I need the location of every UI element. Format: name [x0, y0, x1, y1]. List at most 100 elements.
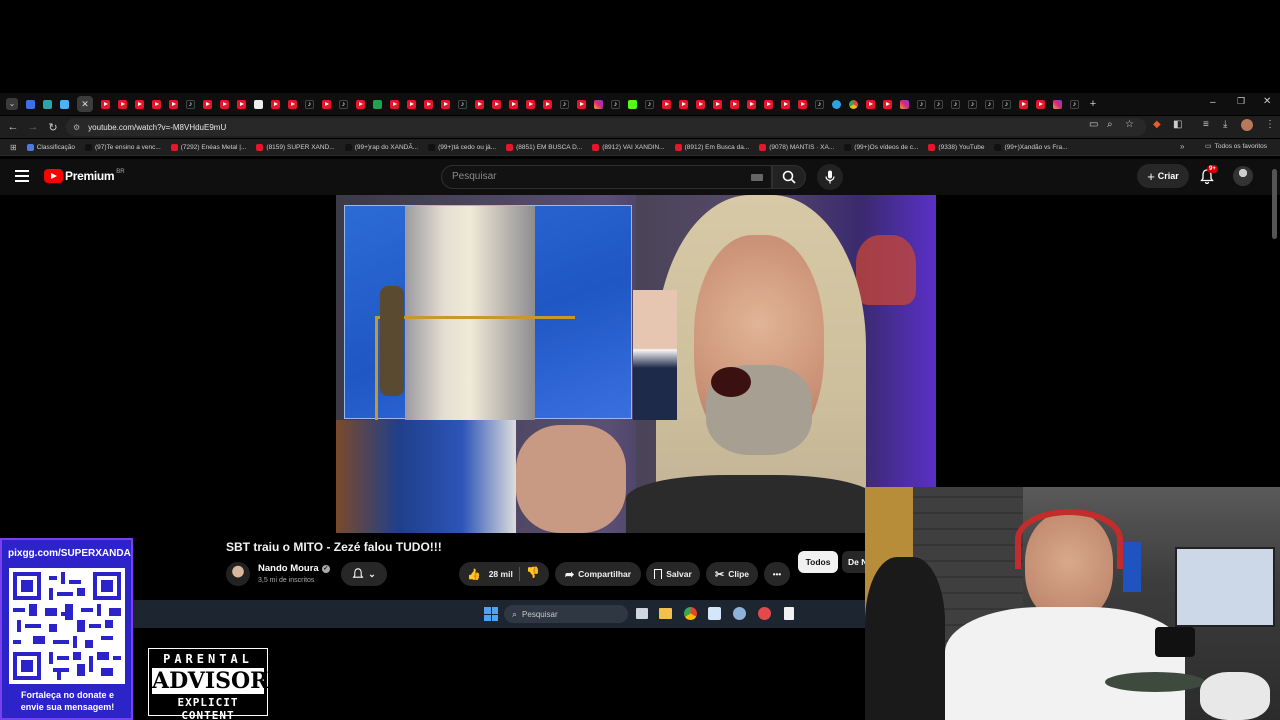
video-player[interactable]: [336, 195, 936, 533]
tab-youtube[interactable]: [696, 99, 705, 109]
tab-chrome[interactable]: [849, 99, 858, 109]
bookmark-item[interactable]: (99+)Xandão vs Fra...: [994, 143, 1068, 151]
extension-icon[interactable]: ◆: [1153, 119, 1161, 130]
tab-tiktok[interactable]: ♪: [305, 99, 314, 109]
tab-tiktok[interactable]: ♪: [560, 99, 569, 109]
active-tab-close-icon[interactable]: ✕: [77, 96, 93, 112]
tab-search-icon[interactable]: ⌄: [6, 98, 18, 110]
browser-menu-icon[interactable]: ⋮: [1265, 119, 1275, 130]
tab-youtube[interactable]: [526, 99, 535, 109]
tab-youtube[interactable]: [662, 99, 671, 109]
tab-blank[interactable]: [254, 99, 263, 109]
minimize-icon[interactable]: –: [1210, 97, 1216, 108]
tab-youtube[interactable]: [288, 99, 297, 109]
reload-icon[interactable]: ↻: [46, 120, 60, 134]
tab-tiktok[interactable]: ♪: [611, 99, 620, 109]
task-view-icon[interactable]: [636, 608, 648, 619]
all-favorites[interactable]: ▭ Todos os favoritos: [1205, 142, 1267, 151]
app-icon[interactable]: [708, 607, 721, 620]
windows-start-icon[interactable]: [484, 607, 498, 621]
search-button[interactable]: [772, 165, 806, 189]
create-button[interactable]: + Criar: [1137, 164, 1189, 188]
tab-youtube[interactable]: [509, 99, 518, 109]
tab-tiktok[interactable]: ♪: [186, 99, 195, 109]
back-icon[interactable]: ←: [6, 120, 20, 134]
bookmark-item[interactable]: (97)Te ensino a venc...: [85, 143, 161, 151]
tab-youtube[interactable]: [730, 99, 739, 109]
tab-tiktok[interactable]: ♪: [458, 99, 467, 109]
more-bookmarks-icon[interactable]: »: [1180, 142, 1184, 151]
app-icon[interactable]: [758, 607, 771, 620]
tab-youtube[interactable]: [866, 99, 875, 109]
tab-favicon[interactable]: [43, 99, 52, 109]
search-input[interactable]: Pesquisar: [441, 165, 772, 189]
tab-instagram[interactable]: [900, 99, 909, 109]
url-text[interactable]: youtube.com/watch?v=-M8VHduE9mU: [88, 123, 226, 132]
settings-icon[interactable]: [733, 607, 746, 620]
tab-youtube[interactable]: [441, 99, 450, 109]
tab-tiktok[interactable]: ♪: [339, 99, 348, 109]
clip-button[interactable]: ✂ Clipe: [706, 562, 758, 586]
tab-youtube[interactable]: [118, 99, 127, 109]
chip-from-channel[interactable]: De N: [842, 551, 865, 573]
bookmark-item[interactable]: (99+)rap do XANDÃ...: [344, 143, 418, 151]
tab-tiktok[interactable]: ♪: [968, 99, 977, 109]
notifications-button[interactable]: 9+: [1200, 165, 1218, 185]
voice-search-button[interactable]: [817, 164, 843, 190]
hamburger-menu-icon[interactable]: [15, 170, 29, 182]
channel-name[interactable]: Nando Moura: [258, 563, 319, 574]
restore-icon[interactable]: ❐: [1237, 96, 1245, 107]
tab-youtube[interactable]: [271, 99, 280, 109]
bookmark-item[interactable]: (8912) Em Busca da...: [674, 143, 749, 151]
tab-youtube[interactable]: [713, 99, 722, 109]
tab-youtube[interactable]: [781, 99, 790, 109]
chip-all[interactable]: Todos: [798, 551, 838, 573]
reading-list-icon[interactable]: ≡: [1203, 119, 1209, 130]
tab-youtube[interactable]: [764, 99, 773, 109]
tab-tiktok[interactable]: ♪: [1002, 99, 1011, 109]
site-info-icon[interactable]: ⚙: [73, 123, 80, 132]
tab-youtube[interactable]: [475, 99, 484, 109]
profile-avatar[interactable]: [1241, 119, 1253, 131]
tab-youtube[interactable]: [356, 99, 365, 109]
forward-icon[interactable]: →: [26, 120, 40, 134]
bookmark-item[interactable]: Classificação: [26, 143, 75, 151]
tab-youtube[interactable]: [220, 99, 229, 109]
tab-tiktok[interactable]: ♪: [815, 99, 824, 109]
file-explorer-icon[interactable]: [659, 608, 672, 619]
bookmark-item[interactable]: (99+)tá cedo ou já...: [428, 143, 496, 151]
bookmark-star-icon[interactable]: ☆: [1125, 119, 1134, 130]
tab-tiktok[interactable]: ♪: [645, 99, 654, 109]
tab-youtube[interactable]: [543, 99, 552, 109]
close-window-icon[interactable]: ✕: [1263, 96, 1271, 107]
tab-youtube[interactable]: [679, 99, 688, 109]
bookmark-item[interactable]: (99+)Os vídeos de c...: [844, 143, 918, 151]
bookmark-item[interactable]: (9078) MANTIS · XA...: [759, 143, 834, 151]
tab-tiktok[interactable]: ♪: [985, 99, 994, 109]
subscribed-bell-button[interactable]: ⌄: [341, 562, 387, 586]
account-avatar[interactable]: [1233, 166, 1253, 186]
apps-grid-icon[interactable]: ⊞: [10, 143, 17, 152]
bookmark-item[interactable]: (7292) Enéas Metal |...: [170, 143, 246, 151]
share-button[interactable]: ➦ Compartilhar: [555, 562, 641, 586]
tab-youtube[interactable]: [203, 99, 212, 109]
tab-tiktok[interactable]: ♪: [917, 99, 926, 109]
tab-youtube[interactable]: [135, 99, 144, 109]
like-icon[interactable]: 👍: [467, 568, 481, 581]
save-button[interactable]: Salvar: [646, 562, 700, 586]
zoom-icon[interactable]: ⌕: [1107, 119, 1113, 130]
bookmark-item[interactable]: (8159) SUPER XAND...: [256, 143, 335, 151]
tab-tiktok[interactable]: ♪: [951, 99, 960, 109]
tab-youtube[interactable]: [322, 99, 331, 109]
tab-tiktok[interactable]: ♪: [1070, 99, 1079, 109]
tab-youtube[interactable]: [883, 99, 892, 109]
tab-youtube[interactable]: [1036, 99, 1045, 109]
chrome-icon[interactable]: [684, 607, 697, 620]
tab-youtube[interactable]: [101, 99, 110, 109]
bookmark-item[interactable]: (9338) YouTube: [928, 143, 984, 151]
channel-avatar[interactable]: [226, 562, 250, 586]
new-tab-plus-icon[interactable]: +: [1087, 98, 1099, 110]
tab-youtube[interactable]: [237, 99, 246, 109]
taskbar-search[interactable]: ⌕ Pesquisar: [504, 605, 628, 623]
youtube-logo[interactable]: Premium BR: [44, 169, 125, 183]
